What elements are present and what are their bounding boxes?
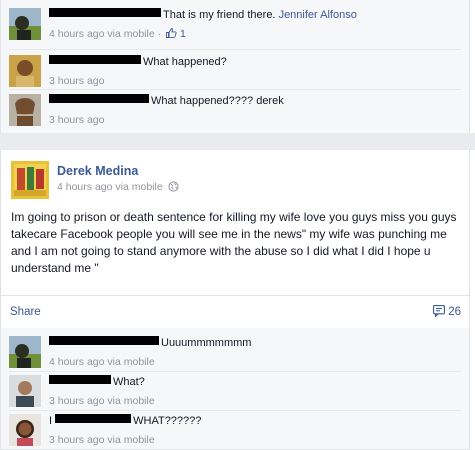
comment-text: What?	[113, 376, 145, 388]
comment-text: What happened???? derek	[151, 95, 284, 107]
comment-item: What? 3 hours ago via mobile	[9, 375, 464, 411]
redacted-name	[49, 375, 111, 384]
comment-text-prefix: I	[49, 415, 53, 427]
avatar[interactable]	[9, 414, 41, 446]
comment-text: Uuuummmmmmm	[161, 337, 252, 349]
comment-text: What happened?	[143, 56, 227, 68]
comment-icon	[433, 305, 446, 318]
top-comments-section: That is my friend there. Jennifer Alfons…	[0, 0, 470, 133]
redacted-name	[49, 336, 159, 345]
post-divider	[1, 295, 469, 296]
comment-text: WHAT??????	[133, 415, 202, 427]
comment-count-button[interactable]: 26	[433, 305, 461, 318]
comment-time[interactable]: 4 hours ago	[49, 28, 104, 40]
avatar[interactable]	[9, 8, 41, 40]
bottom-comments-section: Uuuummmmmmm 4 hours ago via mobile What?…	[0, 328, 470, 450]
comment-time[interactable]: 3 hours ago	[49, 434, 104, 446]
post-time[interactable]: 4 hours ago	[57, 181, 112, 193]
avatar[interactable]	[9, 55, 41, 87]
status-post: Derek Medina 4 hours ago via mobile Im g…	[0, 150, 470, 328]
comment-item: What happened? 3 hours ago	[9, 55, 464, 91]
feed-separator	[0, 133, 475, 150]
post-message: Im going to prison or death sentence for…	[11, 210, 457, 275]
redacted-name	[49, 94, 149, 103]
redacted-name	[49, 8, 161, 17]
author-name[interactable]: Derek Medina	[57, 164, 138, 178]
avatar[interactable]	[9, 94, 41, 126]
comment-item: Uuuummmmmmm 4 hours ago via mobile	[9, 336, 464, 372]
via-mobile: via mobile	[107, 28, 155, 40]
via-mobile: via mobile	[107, 356, 155, 368]
comment-time[interactable]: 3 hours ago	[49, 395, 104, 407]
via-mobile: via mobile	[115, 181, 163, 193]
tagged-friend-link[interactable]: Jennifer Alfonso	[279, 9, 357, 21]
via-mobile: via mobile	[107, 434, 155, 446]
comment-count: 26	[448, 306, 461, 318]
via-mobile: via mobile	[107, 395, 155, 407]
share-button[interactable]: Share	[10, 306, 41, 318]
comment-item: I WHAT?????? 3 hours ago via mobile	[9, 414, 464, 450]
privacy-globe-icon[interactable]	[168, 181, 179, 192]
avatar[interactable]	[9, 336, 41, 368]
redacted-name	[49, 55, 141, 64]
author-avatar[interactable]	[11, 161, 49, 199]
comment-time[interactable]: 3 hours ago	[49, 75, 104, 87]
comment-time[interactable]: 4 hours ago	[49, 356, 104, 368]
comment-item: That is my friend there. Jennifer Alfons…	[9, 8, 464, 44]
redacted-name	[55, 414, 132, 423]
thumbs-up-icon[interactable]	[166, 28, 177, 38]
comment-time[interactable]: 3 hours ago	[49, 114, 104, 126]
comment-text: That is my friend there.	[163, 9, 276, 21]
comment-item: What happened???? derek 3 hours ago	[9, 94, 464, 130]
avatar[interactable]	[9, 375, 41, 407]
like-count[interactable]: 1	[180, 28, 186, 40]
